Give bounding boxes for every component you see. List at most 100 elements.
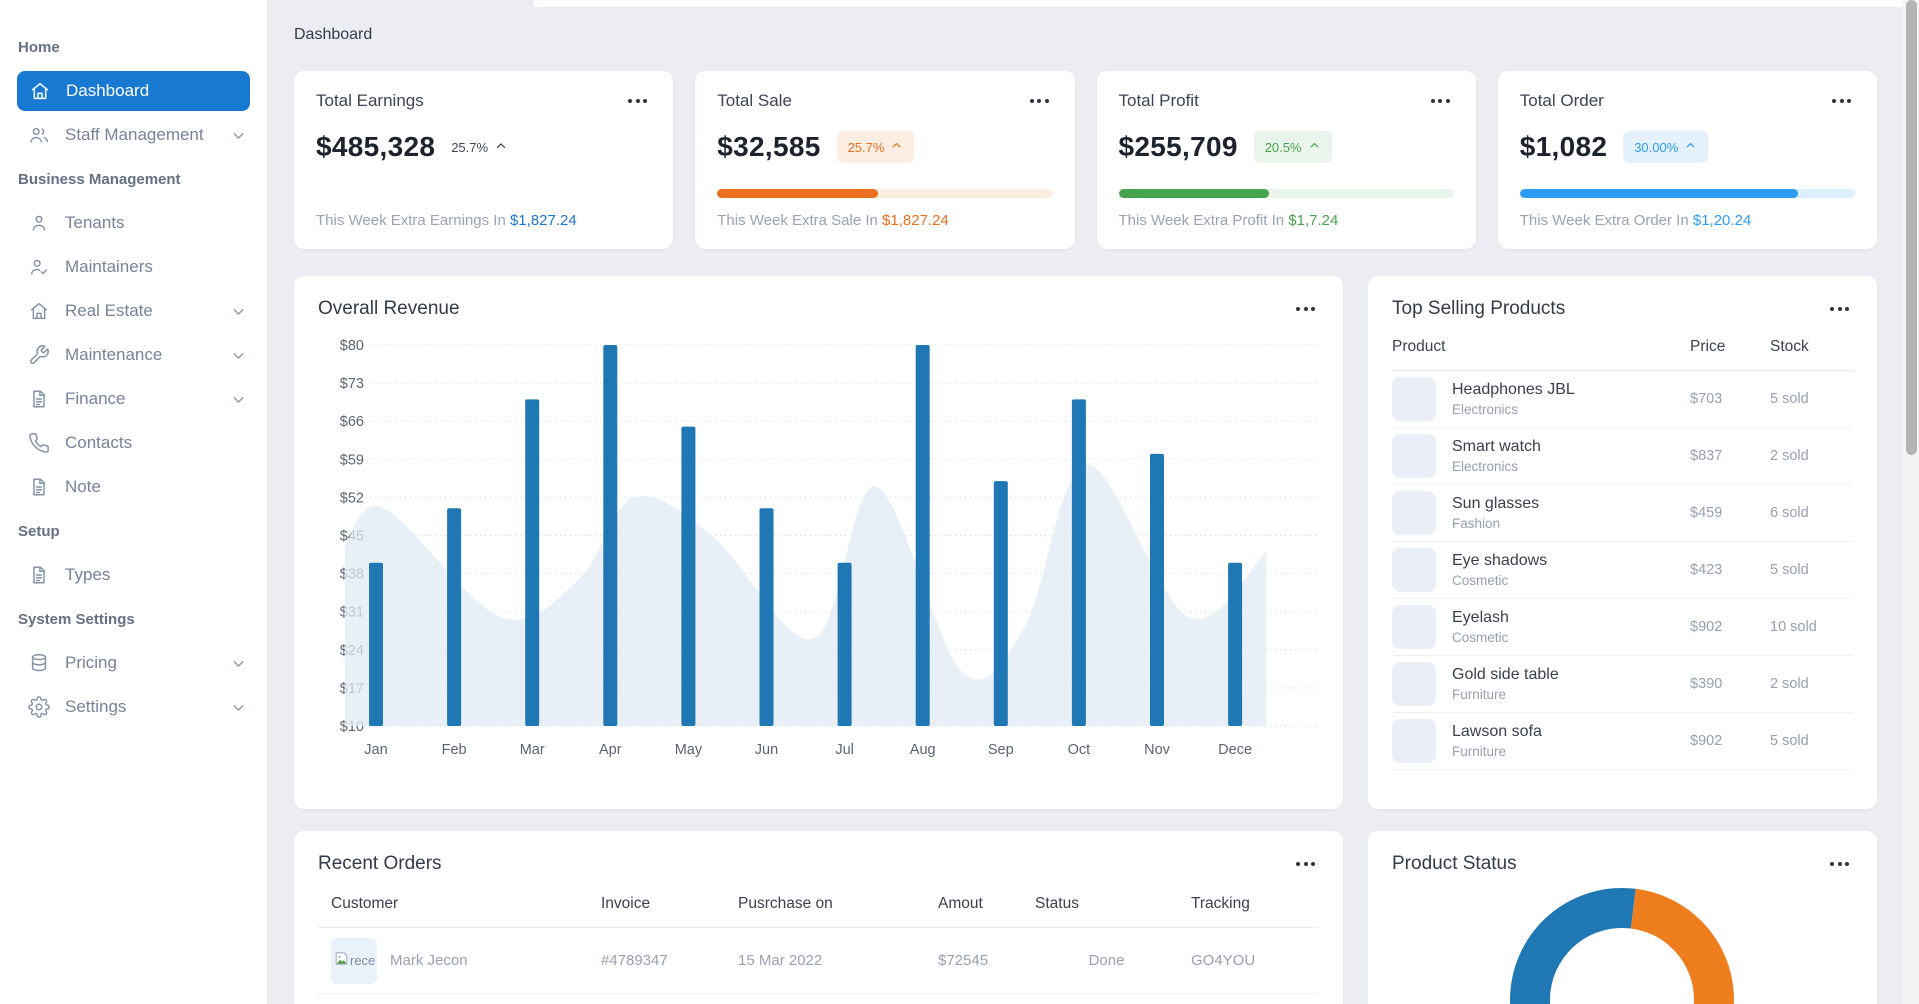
tracking-cell: GO4YOU xyxy=(1191,952,1256,969)
gear-icon xyxy=(28,696,50,718)
product-cell: Eyelash Cosmetic xyxy=(1392,605,1690,649)
file-icon xyxy=(28,388,50,410)
sidebar-item-settings[interactable]: Settings xyxy=(0,685,267,729)
background-area-series xyxy=(344,464,1267,726)
change-badge: 25.7% xyxy=(836,131,915,163)
product-cell: Smart watch Electronics xyxy=(1392,434,1690,478)
panel-title: Product Status xyxy=(1392,853,1517,874)
customer-cell: rece Mark Jecon xyxy=(318,937,588,984)
bar-mar xyxy=(525,399,540,726)
product-info: Headphones JBL Electronics xyxy=(1452,381,1575,417)
progress-bar xyxy=(717,189,1053,198)
bar-jul xyxy=(837,562,852,726)
product-cell: Headphones JBL Electronics xyxy=(1392,377,1690,421)
bar-oct xyxy=(1071,399,1086,726)
product-thumbnail xyxy=(1392,377,1436,421)
more-options-button[interactable] xyxy=(1292,858,1319,870)
overall-revenue-panel: Overall Revenue $80$73$66$59$52$45$38$31… xyxy=(294,276,1343,809)
product-stock: 2 sold xyxy=(1770,676,1809,692)
product-info: Gold side table Furniture xyxy=(1452,666,1559,702)
y-axis-tick-label: $66 xyxy=(340,414,364,430)
sidebar-item-contacts[interactable]: Contacts xyxy=(0,421,267,465)
product-name: Sun glasses xyxy=(1452,495,1540,512)
sidebar-item-label: Dashboard xyxy=(66,81,150,100)
page-scrollbar-track[interactable] xyxy=(1903,0,1919,1004)
progress-fill xyxy=(717,189,879,198)
product-cell: Sun glasses Fashion xyxy=(1392,491,1690,535)
sidebar-item-pricing[interactable]: Pricing xyxy=(0,641,267,685)
more-options-button[interactable] xyxy=(1427,95,1454,107)
card-value: $1,082 xyxy=(1519,131,1608,162)
sidebar-item-staff-management[interactable]: Staff Management xyxy=(0,113,267,157)
product-name: Smart watch xyxy=(1452,438,1541,455)
progress-bar xyxy=(1118,189,1454,198)
change-text: 20.5% xyxy=(1264,139,1302,155)
product-row-eye-shadows: Eye shadows Cosmetic $423 5 sold xyxy=(1392,542,1853,599)
sidebar-item-maintainers[interactable]: Maintainers xyxy=(0,245,267,289)
user-check-icon xyxy=(28,256,50,278)
sidebar: Home Dashboard Staff Management Business Ma… xyxy=(0,0,267,1004)
stat-cards-row: Total Earnings $485,328 25.7% This Week Ext… xyxy=(294,71,1877,249)
more-options-button[interactable] xyxy=(1826,303,1853,315)
product-info: Lawson sofa Furniture xyxy=(1452,723,1542,759)
order-row: rece Mark Jecon #4789347 15 Mar 2022 $72545 D… xyxy=(318,928,1319,994)
sidebar-item-note[interactable]: Note xyxy=(0,465,267,509)
donut-segment-2 xyxy=(1510,888,1636,1004)
column-header-stock: Stock xyxy=(1770,338,1809,355)
card-footnote: This Week Extra Earnings In $1,827.24 xyxy=(316,212,651,229)
top-strip xyxy=(534,0,1903,7)
more-options-button[interactable] xyxy=(1292,303,1319,315)
sidebar-section-label-setup: Setup xyxy=(18,522,60,540)
more-options-button[interactable] xyxy=(1026,95,1053,107)
chevron-down-icon xyxy=(230,347,247,364)
bar-sep xyxy=(993,481,1008,726)
sidebar-item-maintenance[interactable]: Maintenance xyxy=(0,333,267,377)
product-category: Furniture xyxy=(1452,687,1507,702)
panel-title: Top Selling Products xyxy=(1392,298,1566,319)
product-thumbnail xyxy=(1392,662,1436,706)
panel-title: Recent Orders xyxy=(318,853,442,874)
product-row-headphones-jbl: Headphones JBL Electronics $703 5 sold xyxy=(1392,371,1853,428)
product-status-donut-chart xyxy=(1510,888,1734,1004)
bar-jun xyxy=(759,508,774,726)
more-options-button[interactable] xyxy=(1828,95,1855,107)
product-price: $837 xyxy=(1690,448,1723,464)
x-axis-tick-label: Oct xyxy=(1068,742,1091,758)
stat-card-total-earnings: Total Earnings $485,328 25.7% This Week Ext… xyxy=(294,71,674,249)
chevron-up-icon xyxy=(1308,139,1321,155)
product-cell: Lawson sofa Furniture xyxy=(1392,719,1690,763)
sidebar-item-finance[interactable]: Finance xyxy=(0,377,267,421)
product-price: $902 xyxy=(1690,619,1723,635)
column-header-customer: Customer xyxy=(331,895,399,912)
card-footnote: This Week Extra Sale In $1,827.24 xyxy=(717,212,1052,229)
avatar-alt-text: rece xyxy=(350,953,376,968)
more-options-button[interactable] xyxy=(1826,858,1853,870)
sidebar-item-types[interactable]: Types xyxy=(0,553,267,597)
product-category: Cosmetic xyxy=(1452,630,1509,645)
product-name: Lawson sofa xyxy=(1452,723,1542,740)
x-axis-tick-label: Sep xyxy=(988,742,1014,758)
card-header: Total Sale xyxy=(717,91,1052,111)
sidebar-item-label: Pricing xyxy=(65,653,117,672)
top-selling-products-panel: Top Selling Products Product Price Stock H… xyxy=(1368,276,1877,809)
y-axis-tick-label: $52 xyxy=(340,490,364,506)
footnote-text: This Week Extra Earnings In xyxy=(316,212,510,229)
sidebar-item-tenants[interactable]: Tenants xyxy=(0,201,267,245)
product-status-panel: Product Status xyxy=(1368,831,1877,1004)
column-header-tracking: Tracking xyxy=(1191,895,1250,912)
card-value-row: $32,585 25.7% xyxy=(717,131,1052,163)
card-title: Total Order xyxy=(1519,91,1604,110)
product-category: Furniture xyxy=(1452,744,1507,759)
change-text: 30.00% xyxy=(1634,139,1679,155)
card-value-row: $485,328 25.7% xyxy=(316,131,651,163)
more-options-button[interactable] xyxy=(624,95,651,107)
bar-apr xyxy=(603,345,618,726)
page-scrollbar-thumb[interactable] xyxy=(1905,0,1917,455)
sidebar-item-dashboard[interactable]: Dashboard xyxy=(17,71,250,111)
product-category: Electronics xyxy=(1452,459,1519,474)
right-column: Top Selling Products Product Price Stock H… xyxy=(1368,276,1877,1004)
x-axis-tick-label: Jan xyxy=(364,742,387,758)
change-text: 25.7% xyxy=(451,139,489,155)
product-price: $902 xyxy=(1690,733,1723,749)
sidebar-item-real-estate[interactable]: Real Estate xyxy=(0,289,267,333)
